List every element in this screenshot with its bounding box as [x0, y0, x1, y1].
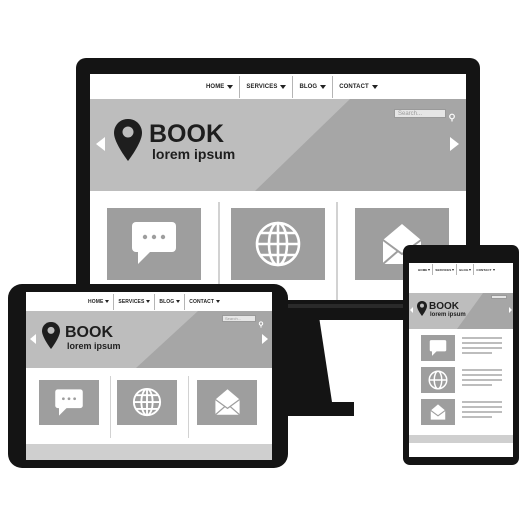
chevron-down-icon — [146, 300, 151, 303]
text-line — [462, 374, 502, 376]
envelope-icon — [214, 389, 241, 416]
feature-tile-mail[interactable] — [421, 399, 455, 425]
chevron-down-icon — [216, 300, 221, 303]
chevron-down-icon — [469, 268, 472, 271]
nav-home[interactable]: HOME — [200, 74, 239, 99]
nav-home[interactable]: HOME — [416, 263, 432, 276]
nav-contact[interactable]: CONTACT — [474, 263, 496, 276]
nav-bar: HOME SERVICES BLOG CONTACT — [26, 292, 272, 311]
nav-contact[interactable]: CONTACT — [185, 292, 224, 311]
column-divider — [336, 202, 338, 300]
globe-icon — [428, 370, 448, 390]
hero-subtitle: lorem ipsum — [67, 341, 121, 351]
text-line — [462, 347, 502, 349]
feature-tile-globe[interactable] — [231, 208, 325, 280]
chevron-down-icon — [280, 84, 287, 89]
nav-services[interactable]: SERVICES — [240, 74, 292, 99]
nav-services[interactable]: SERVICES — [114, 292, 154, 311]
slider-next-arrow[interactable] — [262, 334, 268, 344]
nav-bar: HOME SERVICES BLOG CONTACT — [409, 263, 513, 276]
globe-icon — [132, 387, 162, 417]
nav-home[interactable]: HOME — [84, 292, 113, 311]
search-input[interactable]: Search... — [222, 315, 256, 322]
chevron-down-icon — [176, 300, 181, 303]
text-line — [462, 384, 492, 386]
nav-bar: HOME SERVICES BLOG CONTACT — [90, 74, 466, 99]
nav-blog[interactable]: BLOG — [293, 74, 332, 99]
slider-prev-arrow[interactable] — [410, 307, 413, 313]
chevron-down-icon — [452, 268, 455, 271]
hero-title: BOOK — [65, 324, 113, 341]
chat-bubble-icon — [132, 222, 176, 264]
search-input[interactable] — [491, 295, 507, 299]
hero-banner: Search... BOOK lorem ipsum — [26, 311, 272, 368]
phone-screen: HOME SERVICES BLOG CONTACT BOOK lorem ip… — [409, 263, 513, 457]
slider-prev-arrow[interactable] — [96, 137, 105, 151]
feature-tile-mail[interactable] — [197, 380, 257, 425]
nav-blog[interactable]: BLOG — [155, 292, 184, 311]
text-line — [462, 411, 502, 413]
feature-tile-chat[interactable] — [39, 380, 99, 425]
text-line — [462, 342, 502, 344]
page-footer — [409, 435, 513, 443]
chevron-down-icon — [371, 84, 378, 89]
nav-blog[interactable]: BLOG — [457, 263, 473, 276]
feature-tile-globe[interactable] — [117, 380, 177, 425]
chevron-down-icon — [492, 268, 495, 271]
text-line — [462, 406, 502, 408]
text-line — [462, 369, 502, 371]
search-icon[interactable] — [258, 315, 264, 333]
globe-icon — [255, 221, 301, 267]
column-divider — [110, 376, 111, 438]
location-pin-icon — [417, 301, 427, 321]
location-pin-icon — [42, 322, 60, 354]
location-pin-icon — [114, 119, 142, 166]
tablet: HOME SERVICES BLOG CONTACT Search... BOO… — [8, 284, 288, 468]
nav-services[interactable]: SERVICES — [433, 263, 456, 276]
nav-contact[interactable]: CONTACT — [333, 74, 384, 99]
feature-tile-chat[interactable] — [421, 335, 455, 361]
slider-prev-arrow[interactable] — [30, 334, 36, 344]
hero-title: BOOK — [149, 120, 224, 148]
hero-subtitle: lorem ipsum — [430, 312, 466, 318]
text-line — [462, 379, 502, 381]
hero-banner: Search... BOOK lorem ipsum — [90, 99, 466, 191]
tablet-screen: HOME SERVICES BLOG CONTACT Search... BOO… — [26, 292, 272, 460]
text-line — [462, 352, 492, 354]
chevron-down-icon — [428, 268, 431, 271]
text-line — [462, 401, 502, 403]
search-input[interactable]: Search... — [394, 109, 446, 118]
chat-bubble-icon — [429, 340, 447, 356]
phone: HOME SERVICES BLOG CONTACT BOOK lorem ip… — [403, 245, 519, 465]
column-divider — [188, 376, 189, 438]
search-icon[interactable] — [448, 109, 456, 122]
chevron-down-icon — [105, 300, 110, 303]
hero-subtitle: lorem ipsum — [152, 146, 236, 162]
envelope-icon — [430, 404, 446, 420]
chat-bubble-icon — [55, 389, 83, 416]
feature-tile-chat[interactable] — [107, 208, 201, 280]
chevron-down-icon — [320, 84, 327, 89]
feature-tile-globe[interactable] — [421, 367, 455, 393]
chevron-down-icon — [227, 84, 234, 89]
hero-banner: BOOK lorem ipsum — [409, 293, 513, 329]
text-line — [462, 337, 502, 339]
text-line — [462, 416, 492, 418]
page-footer — [26, 444, 272, 460]
slider-next-arrow[interactable] — [509, 307, 512, 313]
hero-title: BOOK — [429, 301, 459, 312]
slider-next-arrow[interactable] — [450, 137, 459, 151]
